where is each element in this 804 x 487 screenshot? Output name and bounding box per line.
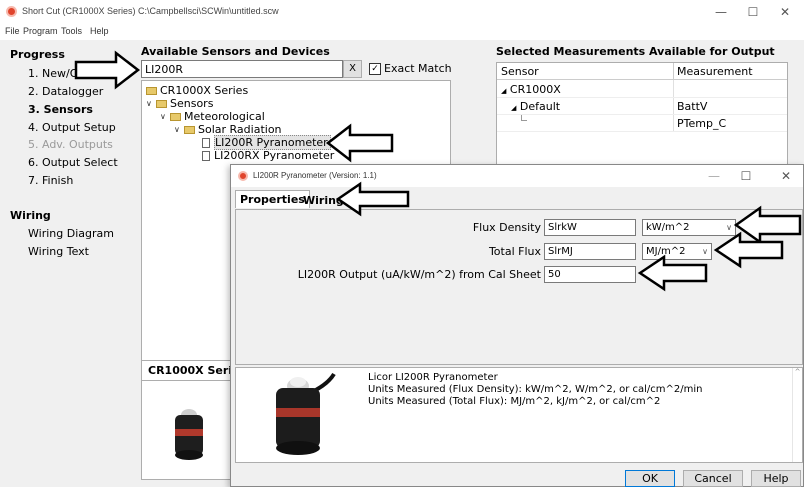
left-arrow-icon: [325, 123, 394, 163]
left-arrow-icon: [637, 254, 708, 292]
left-arrow-icon: [713, 231, 784, 269]
right-arrow-icon: [74, 50, 141, 90]
left-arrow-icon: [733, 205, 802, 245]
annotation-arrows: [74, 50, 802, 292]
left-arrow-icon: [335, 181, 410, 217]
app-window: Short Cut (CR1000X Series) C:\Campbellsc…: [0, 0, 804, 487]
